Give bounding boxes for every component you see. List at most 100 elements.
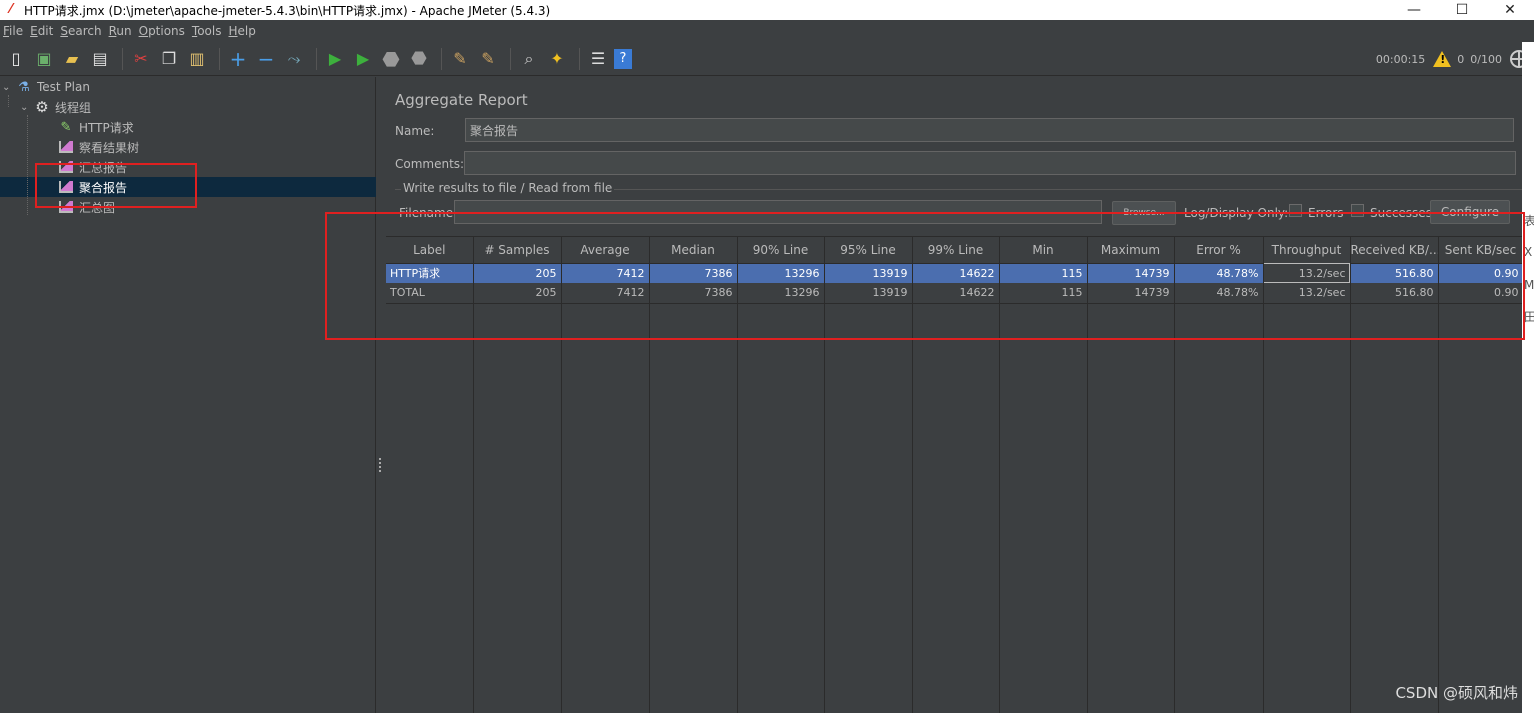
tree-node-thread-group[interactable]: ⌄ ⚙ 线程组: [20, 97, 91, 117]
toolbar-separator: [122, 47, 123, 70]
pane-splitter[interactable]: [377, 77, 383, 713]
header-error-pct[interactable]: Error %: [1174, 237, 1264, 264]
pipette-icon: ✎: [60, 119, 72, 135]
header-average[interactable]: Average: [561, 237, 650, 264]
collapse-chevron-icon[interactable]: ⌄: [2, 82, 16, 93]
warning-icon[interactable]: [1433, 51, 1452, 67]
menu-tools[interactable]: Tools: [189, 24, 226, 38]
header-received-kb[interactable]: Received KB/...: [1350, 237, 1439, 264]
graph-icon: [58, 139, 74, 155]
copy-icon[interactable]: ❐: [157, 47, 181, 71]
menu-bar: File Edit Search Run Options Tools Help: [0, 20, 1534, 42]
tree-label-thread-group: 线程组: [55, 100, 92, 115]
cell-samples: 205: [473, 283, 562, 303]
menu-run[interactable]: Run: [106, 24, 136, 38]
csdn-watermark: CSDN @硕风和炜: [1395, 684, 1518, 702]
menu-options[interactable]: Options: [136, 24, 189, 38]
reset-search-icon[interactable]: ✦: [545, 47, 569, 71]
header-95-line[interactable]: 95% Line: [824, 237, 913, 264]
help-icon[interactable]: ?: [614, 48, 632, 69]
save-icon[interactable]: ▤: [88, 47, 112, 71]
cell-sent-kb: 0.90: [1438, 263, 1524, 283]
cell-error-pct: 48.78%: [1174, 263, 1264, 283]
menu-file[interactable]: File: [0, 24, 27, 38]
new-icon[interactable]: ▯: [4, 47, 28, 71]
shutdown-icon[interactable]: ⬣: [407, 47, 431, 71]
tree-node-summary-report[interactable]: 汇总报告: [58, 157, 127, 177]
cell-throughput[interactable]: 13.2/sec: [1263, 263, 1351, 283]
successes-label: Successes: [1370, 206, 1432, 220]
cell-median: 7386: [649, 283, 738, 303]
tree-node-graph[interactable]: 汇总图: [58, 197, 115, 217]
menu-search-rest: earch: [67, 24, 102, 38]
clear-icon[interactable]: ✎: [448, 47, 472, 71]
start-icon[interactable]: ▶: [323, 47, 347, 71]
header-min[interactable]: Min: [999, 237, 1088, 264]
table-row[interactable]: TOTAL 205 7412 7386 13296 13919 14622 11…: [386, 283, 1524, 303]
start-no-pause-icon[interactable]: ▶: [351, 47, 375, 71]
search-icon[interactable]: ⌕: [517, 47, 541, 71]
jmeter-feather-icon: ⁄: [9, 2, 13, 17]
configure-button[interactable]: Configure: [1430, 200, 1510, 224]
menu-search-mnemonic: S: [60, 24, 68, 38]
aggregate-report-panel: Aggregate Report Name: 聚合报告 Comments: Wr…: [385, 77, 1534, 713]
graph-icon: [58, 199, 74, 215]
edge-text: M: [1524, 278, 1534, 292]
table-row[interactable]: HTTP请求 205 7412 7386 13296 13919 14622 1…: [386, 263, 1524, 283]
tree-node-view-results-tree[interactable]: 察看结果树: [58, 137, 139, 157]
errors-checkbox[interactable]: [1289, 204, 1302, 217]
cell-95-line: 13919: [824, 283, 913, 303]
header-label[interactable]: Label: [386, 237, 474, 264]
toolbar-separator: [579, 47, 580, 70]
cell-received-kb: 516.80: [1350, 263, 1439, 283]
menu-options-rest: ptions: [148, 24, 185, 38]
header-99-line[interactable]: 99% Line: [912, 237, 1000, 264]
menu-edit[interactable]: Edit: [27, 24, 57, 38]
maximize-button[interactable]: ☐: [1438, 2, 1486, 18]
successes-checkbox[interactable]: [1351, 204, 1364, 217]
panel-title: Aggregate Report: [395, 91, 528, 109]
header-median[interactable]: Median: [649, 237, 738, 264]
close-button[interactable]: ✕: [1486, 2, 1534, 18]
minimize-button[interactable]: —: [1390, 2, 1438, 18]
header-samples[interactable]: # Samples: [473, 237, 562, 264]
toggle-icon[interactable]: ⤳: [282, 47, 306, 71]
browse-button[interactable]: Browse...: [1112, 201, 1176, 225]
comments-field[interactable]: [464, 151, 1516, 175]
cell-samples: 205: [473, 263, 562, 283]
title-bar: ⁄ HTTP请求.jmx (D:\jmeter\apache-jmeter-5.…: [0, 0, 1534, 20]
file-group-title: Write results to file / Read from file: [401, 181, 615, 195]
expand-icon[interactable]: +: [226, 47, 250, 71]
log-display-label: Log/Display Only:: [1184, 206, 1289, 220]
header-throughput[interactable]: Throughput: [1263, 237, 1351, 264]
collapse-icon[interactable]: −: [254, 47, 278, 71]
menu-file-rest: ile: [9, 24, 24, 38]
menu-help-mnemonic: H: [228, 24, 238, 38]
tree-node-http-request[interactable]: ✎ HTTP请求: [58, 117, 134, 137]
menu-tools-rest: ools: [197, 24, 222, 38]
header-maximum[interactable]: Maximum: [1087, 237, 1175, 264]
filename-field[interactable]: [454, 200, 1102, 224]
header-90-line[interactable]: 90% Line: [737, 237, 825, 264]
clear-all-icon[interactable]: ✎: [476, 47, 500, 71]
table-header-row: Label # Samples Average Median 90% Line …: [386, 237, 1524, 264]
header-sent-kb[interactable]: Sent KB/sec: [1438, 237, 1524, 264]
splitter-grip-icon[interactable]: [379, 458, 381, 472]
function-helper-icon[interactable]: ☰: [586, 47, 610, 71]
results-table: Label # Samples Average Median 90% Line …: [386, 236, 1526, 713]
open-icon[interactable]: ▰: [60, 47, 84, 71]
stop-icon[interactable]: ⬣: [379, 47, 403, 71]
tree-label-test-plan: Test Plan: [37, 80, 90, 94]
toolbar-separator: [510, 47, 511, 70]
cut-icon[interactable]: ✂: [129, 47, 153, 71]
menu-search[interactable]: Search: [57, 24, 105, 38]
name-field[interactable]: 聚合报告: [465, 118, 1514, 142]
tree-node-test-plan[interactable]: ⌄ ⚗ Test Plan: [2, 77, 90, 97]
collapse-chevron-icon[interactable]: ⌄: [20, 102, 34, 113]
menu-help[interactable]: Help: [226, 24, 260, 38]
templates-icon[interactable]: ▣: [32, 47, 56, 71]
tree-node-aggregate-report[interactable]: 聚合报告: [58, 177, 127, 197]
paste-icon[interactable]: ▥: [185, 47, 209, 71]
filename-label: Filename: [399, 206, 454, 220]
active-threads: 0/100: [1470, 52, 1502, 66]
